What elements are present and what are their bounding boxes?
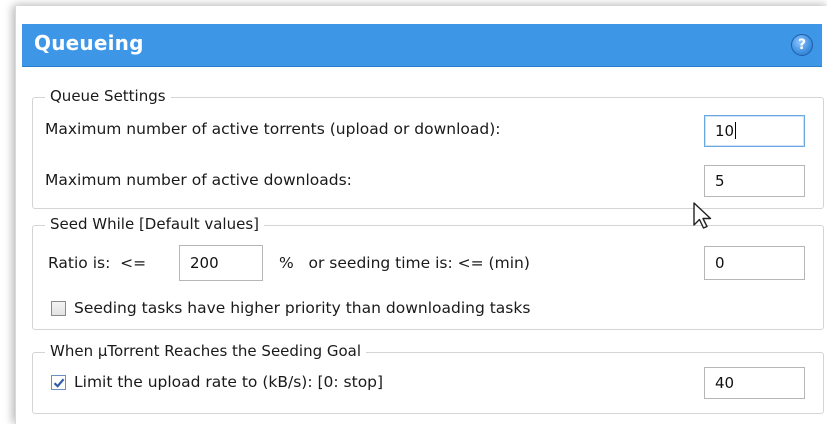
max-active-torrents-value: 10 [715,122,735,140]
ratio-value: 200 [190,254,219,272]
max-active-downloads-value: 5 [715,172,725,190]
limit-upload-label: Limit the upload rate to (kB/s): [0: sto… [74,373,384,391]
ratio-label: Ratio is: <= [48,254,147,272]
section-header: Queueing ? [22,24,822,67]
limit-upload-checkbox[interactable] [51,375,66,390]
checkmark-icon [53,378,65,388]
limit-upload-input[interactable]: 40 [704,367,805,399]
question-mark-icon[interactable]: ? [791,34,813,56]
max-active-torrents-input[interactable]: 10 [704,115,805,147]
text-caret [735,122,737,139]
seeding-goal-legend: When µTorrent Reaches the Seeding Goal [45,342,367,360]
ratio-input[interactable]: 200 [179,245,263,281]
limit-upload-value: 40 [715,374,735,392]
seed-while-legend: Seed While [Default values] [45,215,265,233]
section-title: Queueing [34,31,144,55]
seeding-time-input[interactable]: 0 [704,246,805,280]
seeding-priority-label: Seeding tasks have higher priority than … [74,299,531,317]
seeding-time-value: 0 [715,254,725,272]
max-active-downloads-input[interactable]: 5 [704,165,805,197]
max-active-torrents-label: Maximum number of active torrents (uploa… [45,120,501,138]
ratio-suffix-label: % or seeding time is: <= (min) [279,254,530,272]
max-active-downloads-label: Maximum number of active downloads: [45,171,352,189]
queue-settings-legend: Queue Settings [45,87,171,105]
seeding-priority-checkbox[interactable] [51,301,66,316]
mouse-cursor-icon [693,202,712,229]
